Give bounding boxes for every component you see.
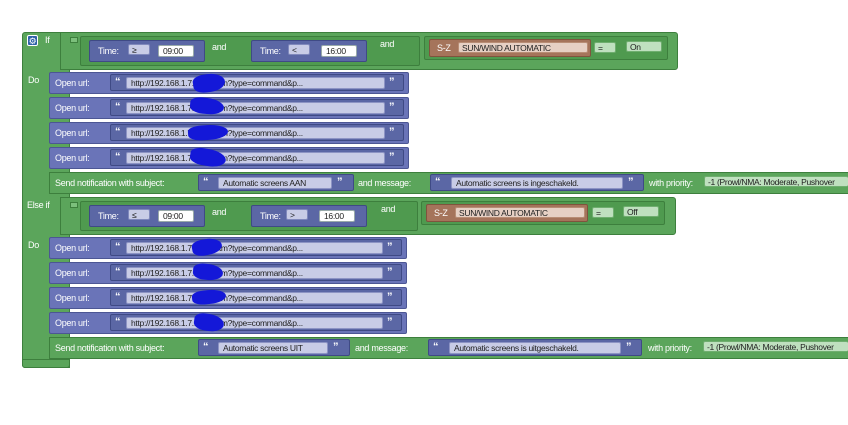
and-connector-label: and: [212, 207, 227, 217]
operator-dropdown[interactable]: >: [286, 209, 308, 220]
and-connector-label: and: [381, 204, 396, 214]
priority-dropdown[interactable]: -1 (Prowl/NMA: Moderate, Pushover: [704, 176, 848, 187]
quote-open: “: [115, 101, 121, 113]
quote-close: ”: [387, 241, 393, 253]
time-field[interactable]: 09:00: [158, 210, 194, 222]
message-label: and message:: [355, 343, 408, 353]
quote-close: ”: [389, 76, 395, 88]
quote-close: ”: [628, 176, 634, 188]
quote-open: “: [115, 126, 121, 138]
quote-open: “: [203, 341, 209, 353]
time-label: Time:: [98, 46, 119, 56]
quote-open: “: [115, 76, 121, 88]
quote-close: ”: [387, 266, 393, 278]
url-field[interactable]: http://192.168.1.7...json.htm?type=comma…: [126, 152, 385, 164]
device-dropdown[interactable]: SUN/WIND AUTOMATIC: [455, 207, 585, 218]
operator-dropdown[interactable]: ≥: [128, 44, 150, 55]
url-field[interactable]: http://192.168.1.7...json.htm?type=comma…: [126, 267, 383, 279]
quote-close: ”: [387, 316, 393, 328]
subject-field[interactable]: Automatic screens AAN: [218, 177, 332, 189]
quote-open: “: [115, 316, 121, 328]
url-field[interactable]: http://192.168.1.7...json.htm?type=comma…: [126, 317, 383, 329]
state-dropdown[interactable]: Off: [623, 206, 659, 217]
open-url-label: Open url:: [55, 293, 90, 303]
time-label: Time:: [260, 211, 281, 221]
blockly-workspace[interactable]: ⚙ If Time: ≥ 09:00 and Time: < 16:00 and…: [0, 0, 848, 425]
operator-dropdown[interactable]: ≤: [128, 209, 150, 220]
device-dropdown[interactable]: SUN/WIND AUTOMATIC: [458, 42, 588, 53]
device-prefix: S-Z: [434, 208, 448, 218]
quote-open: “: [203, 176, 209, 188]
url-field[interactable]: http://192.168.1.7...json.htm?type=comma…: [126, 292, 383, 304]
state-dropdown[interactable]: On: [626, 41, 662, 52]
open-url-label: Open url:: [55, 153, 90, 163]
quote-close: ”: [389, 126, 395, 138]
equals-dropdown[interactable]: =: [592, 207, 614, 218]
do-label: Do: [28, 75, 39, 85]
quote-open: “: [433, 341, 439, 353]
time-field[interactable]: 16:00: [321, 45, 357, 57]
time-field[interactable]: 09:00: [158, 45, 194, 57]
notch: [70, 37, 78, 43]
operator-dropdown[interactable]: <: [288, 44, 310, 55]
open-url-label: Open url:: [55, 103, 90, 113]
time-label: Time:: [98, 211, 119, 221]
if-block-bottom-cap: [22, 359, 70, 368]
quote-close: ”: [389, 101, 395, 113]
quote-open: “: [115, 241, 121, 253]
open-url-label: Open url:: [55, 318, 90, 328]
priority-dropdown[interactable]: -1 (Prowl/NMA: Moderate, Pushover: [703, 341, 848, 352]
quote-close: ”: [337, 176, 343, 188]
subject-field[interactable]: Automatic screens UIT: [218, 342, 328, 354]
quote-open: “: [115, 266, 121, 278]
notification-label: Send notification with subject:: [55, 178, 165, 188]
message-field[interactable]: Automatic screens is ingeschakeld.: [451, 177, 623, 189]
settings-gear-icon[interactable]: ⚙: [27, 35, 38, 46]
open-url-label: Open url:: [55, 268, 90, 278]
url-field[interactable]: http://192.168.1.7...json.htm?type=comma…: [126, 127, 385, 139]
quote-close: ”: [389, 151, 395, 163]
notification-label: Send notification with subject:: [55, 343, 165, 353]
url-field[interactable]: http://192.168.1.7...json.htm?type=comma…: [126, 102, 385, 114]
quote-open: “: [435, 176, 441, 188]
quote-open: “: [115, 151, 121, 163]
quote-close: ”: [333, 341, 339, 353]
open-url-label: Open url:: [55, 243, 90, 253]
and-connector-label: and: [212, 42, 227, 52]
device-prefix: S-Z: [437, 43, 451, 53]
quote-close: ”: [387, 291, 393, 303]
open-url-label: Open url:: [55, 128, 90, 138]
priority-label: with priority:: [648, 343, 692, 353]
open-url-label: Open url:: [55, 78, 90, 88]
message-field[interactable]: Automatic screens is uitgeschakeld.: [449, 342, 621, 354]
message-label: and message:: [358, 178, 411, 188]
do-label: Do: [28, 240, 39, 250]
url-field[interactable]: http://192.168.1.7...json.htm?type=comma…: [126, 242, 383, 254]
elseif-label: Else if: [27, 200, 50, 210]
url-field[interactable]: http://192.168.1.7...json.htm?type=comma…: [126, 77, 385, 89]
time-field[interactable]: 16:00: [319, 210, 355, 222]
if-label: If: [45, 35, 50, 45]
and-connector-label: and: [380, 39, 395, 49]
notch: [70, 202, 78, 208]
quote-open: “: [115, 291, 121, 303]
priority-label: with priority:: [649, 178, 693, 188]
quote-close: ”: [626, 341, 632, 353]
equals-dropdown[interactable]: =: [594, 42, 616, 53]
time-label: Time:: [260, 46, 281, 56]
